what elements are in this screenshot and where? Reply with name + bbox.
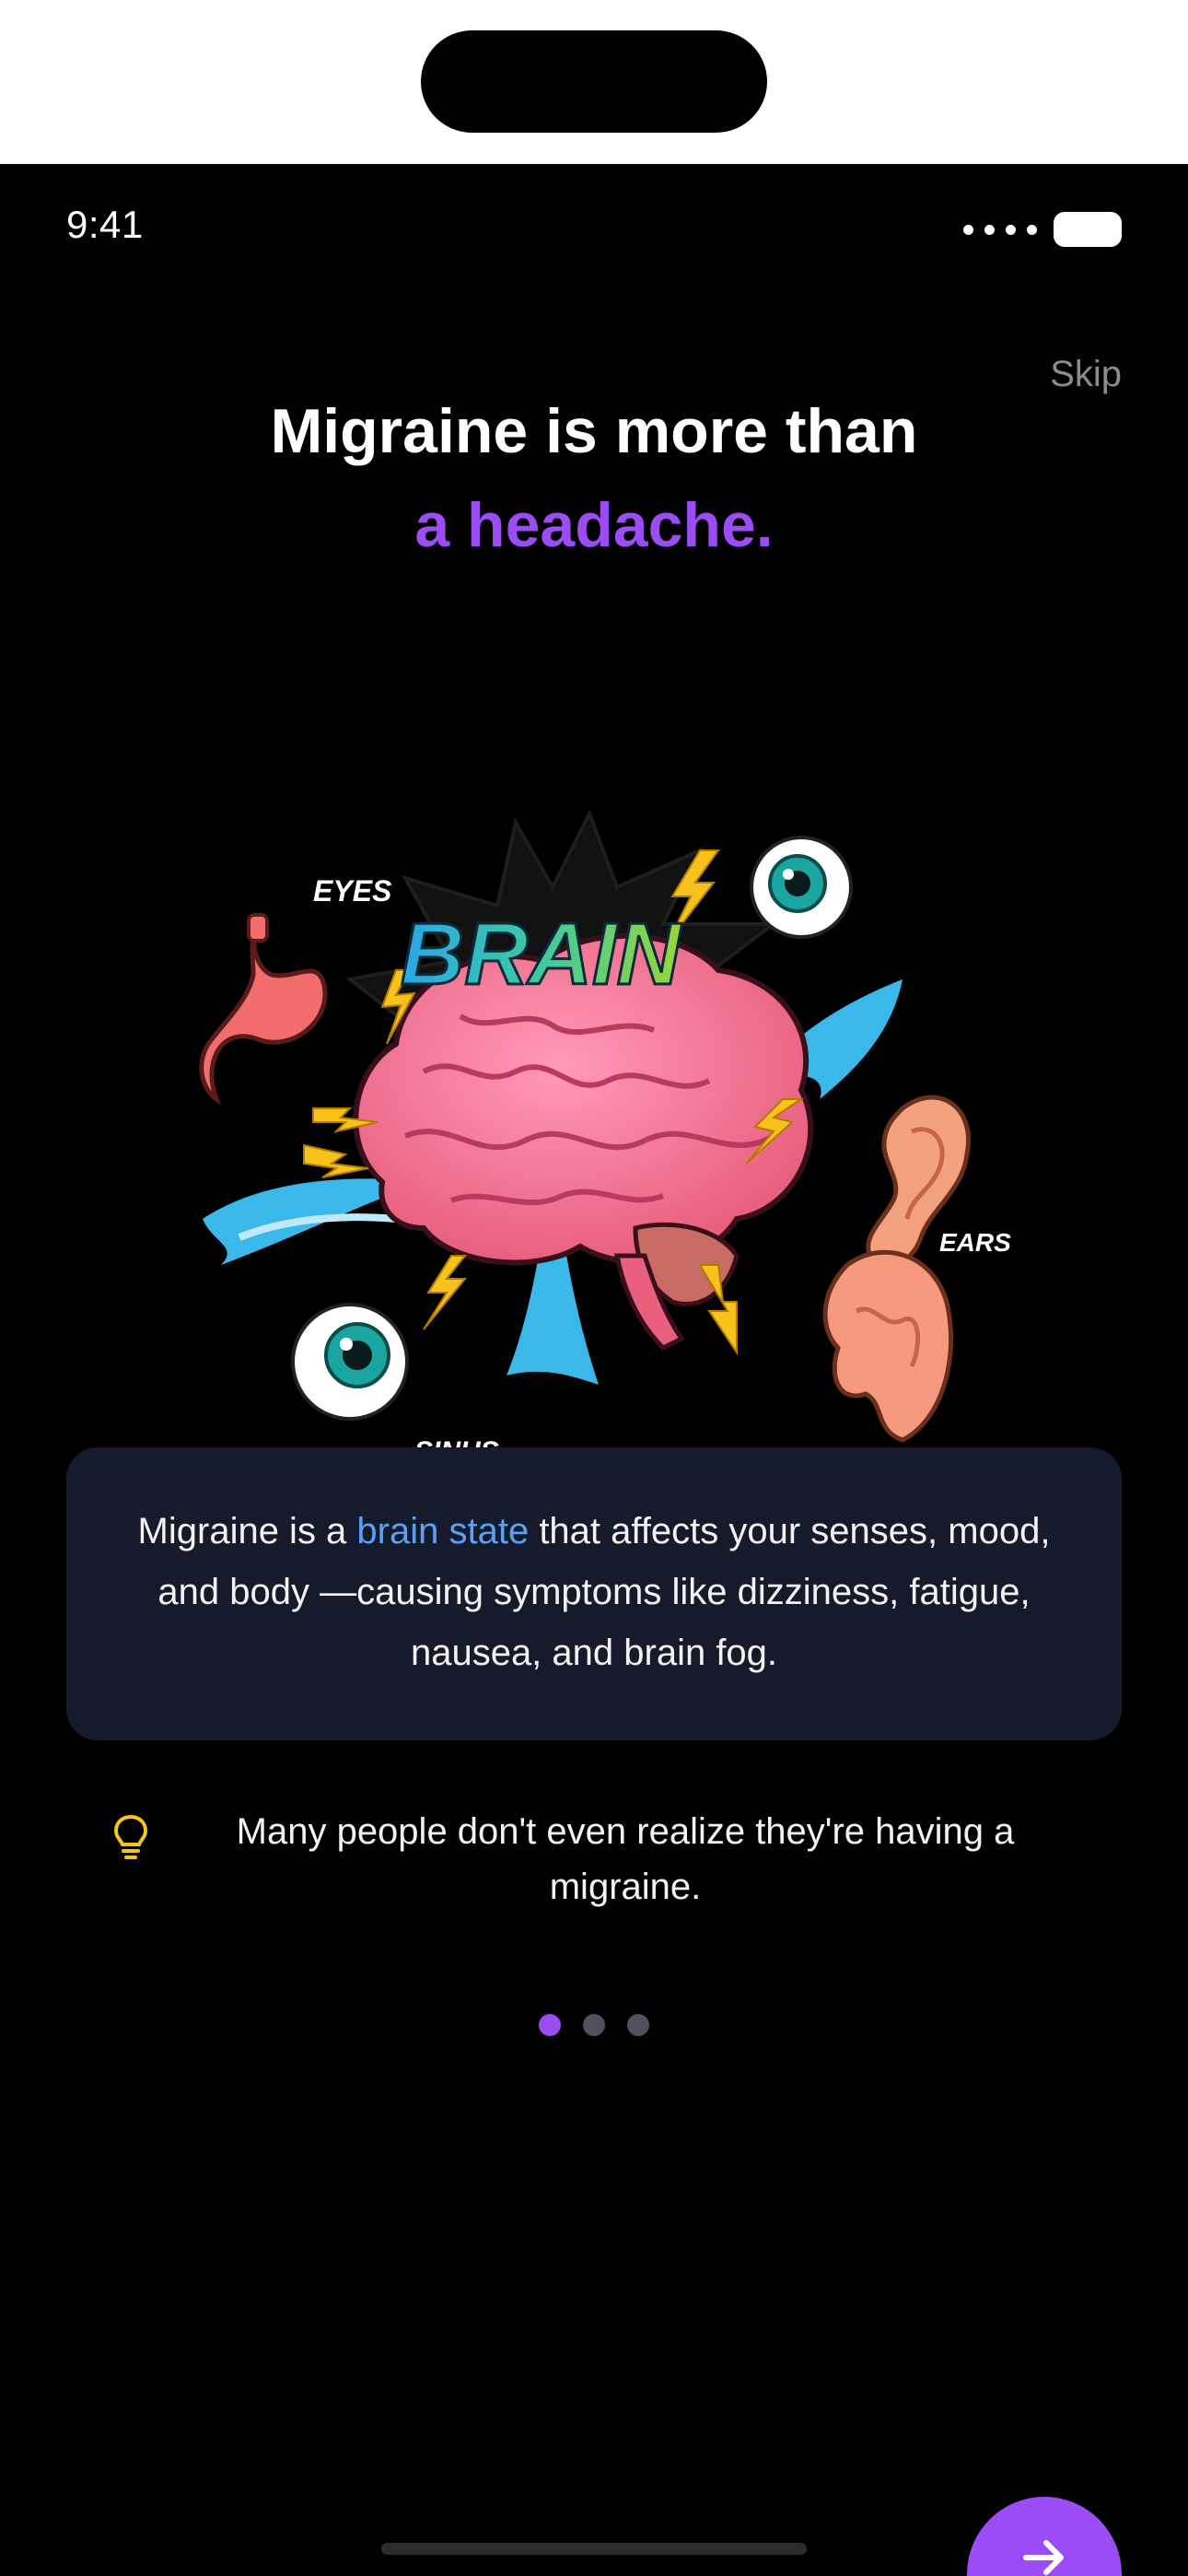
page-title-line2: a headache.: [414, 490, 774, 560]
brain-illustration: EYES BRAIN EARS SINUS: [199, 809, 1011, 1467]
info-highlight: brain state: [356, 1511, 530, 1551]
home-indicator: [381, 2543, 807, 2555]
eye-bottom-icon: [291, 1303, 409, 1421]
page-dot-3[interactable]: [627, 2014, 649, 2036]
status-indicators: [963, 212, 1122, 247]
signal-icon: [963, 224, 1037, 235]
label-eyes: EYES: [313, 874, 392, 907]
label-brain: BRAIN: [401, 905, 682, 1003]
dynamic-island: [421, 30, 767, 133]
stomach-icon: [199, 913, 328, 1106]
page-dot-1[interactable]: [539, 2014, 561, 2036]
status-time: 9:41: [66, 203, 144, 246]
page-indicator: [0, 2014, 1188, 2036]
tip-row: Many people don't even realize they're h…: [111, 1804, 1077, 1914]
device-bezel: [0, 0, 1188, 164]
eye-top-icon: [750, 836, 853, 939]
page-title-line1: Migraine is more than: [270, 396, 918, 466]
sinus-icon: [822, 1249, 954, 1443]
next-button[interactable]: [967, 2497, 1122, 2576]
info-text-prefix: Migraine is a: [137, 1511, 357, 1551]
label-ears: EARS: [939, 1228, 1011, 1257]
arrow-right-icon: [1023, 2540, 1064, 2575]
page-dot-2[interactable]: [583, 2014, 605, 2036]
lightbulb-icon: [113, 1814, 148, 1859]
battery-icon: [1054, 212, 1122, 247]
info-card: Migraine is a brain state that affects y…: [66, 1447, 1122, 1740]
tip-text: Many people don't even realize they're h…: [236, 1811, 1015, 1907]
onboarding-screen: 9:41 Skip Migraine is more than a headac…: [0, 164, 1188, 2576]
